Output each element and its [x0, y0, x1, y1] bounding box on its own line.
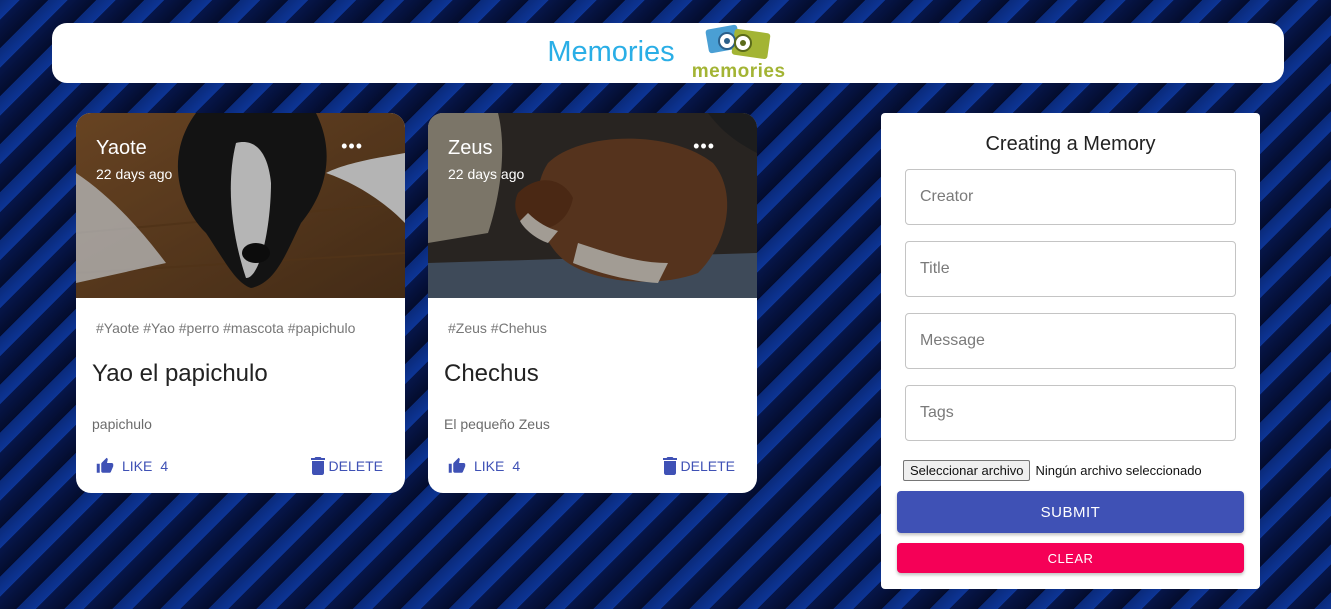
post-header: Zeus 22 days ago [448, 137, 524, 182]
delete-button[interactable]: DELETE [310, 457, 383, 475]
clear-button[interactable]: CLEAR [897, 543, 1244, 573]
post-card: Yaote 22 days ago ••• #Yaote #Yao #perro… [76, 113, 405, 493]
creator-input[interactable] [905, 169, 1236, 225]
title-input[interactable] [905, 241, 1236, 297]
submit-button[interactable]: SUBMIT [897, 491, 1244, 533]
message-input[interactable] [905, 313, 1236, 369]
post-tags: #Zeus #Chehus [448, 320, 547, 336]
like-button[interactable]: LIKE 4 [448, 457, 520, 475]
memories-logo: memories [689, 23, 789, 83]
app-bar: Memories memories [52, 23, 1284, 83]
logo-text: memories [691, 61, 786, 82]
like-count: 4 [512, 458, 521, 474]
delete-label: DELETE [680, 458, 735, 474]
post-creator: Yaote [96, 137, 147, 159]
post-actions: LIKE 4 DELETE [428, 457, 757, 481]
camera-logo-icon [705, 24, 770, 59]
post-header: Yaote 22 days ago [96, 137, 172, 182]
choose-file-button[interactable]: Seleccionar archivo [903, 460, 1031, 481]
more-horiz-icon[interactable]: ••• [693, 137, 715, 155]
file-input: Seleccionar archivo Ningún archivo selec… [903, 460, 1202, 481]
thumb-up-icon [448, 457, 466, 473]
thumb-up-icon [96, 457, 114, 473]
post-tags: #Yaote #Yao #perro #mascota #papichulo [96, 320, 356, 336]
trash-icon [310, 457, 325, 475]
post-title: Chechus [444, 360, 539, 387]
post-actions: LIKE 4 DELETE [76, 457, 405, 481]
post-title: Yao el papichulo [92, 360, 268, 387]
post-creator: Zeus [448, 137, 493, 159]
trash-icon [662, 457, 677, 475]
post-time: 22 days ago [448, 166, 525, 182]
delete-label: DELETE [328, 458, 383, 474]
more-horiz-icon[interactable]: ••• [341, 137, 363, 155]
tags-input[interactable] [905, 385, 1236, 441]
post-message: El pequeño Zeus [444, 416, 550, 432]
post-card: Zeus 22 days ago ••• #Zeus #Chehus Chech… [428, 113, 757, 493]
file-status: Ningún archivo seleccionado [1035, 463, 1202, 478]
post-message: papichulo [92, 416, 152, 432]
like-button[interactable]: LIKE 4 [96, 457, 168, 475]
like-label: LIKE [474, 458, 505, 474]
like-label: LIKE [122, 458, 153, 474]
post-time: 22 days ago [96, 166, 173, 182]
form-title: Creating a Memory [985, 133, 1156, 155]
app-title: Memories [547, 35, 675, 68]
like-count: 4 [160, 458, 169, 474]
memory-form: Creating a Memory Seleccionar archivo Ni… [881, 113, 1260, 589]
delete-button[interactable]: DELETE [662, 457, 735, 475]
